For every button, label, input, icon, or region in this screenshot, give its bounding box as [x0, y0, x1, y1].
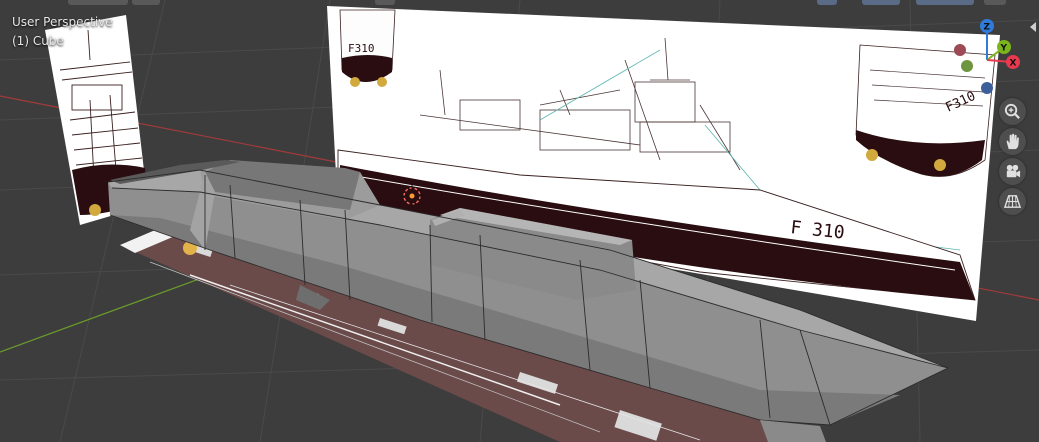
stern-hull-number: F310	[348, 42, 375, 55]
active-object-label: (1) Cube	[12, 34, 64, 48]
camera-view-button[interactable]	[999, 158, 1026, 185]
3d-viewport[interactable]: F310 F 310 F310 Z Y X User Perspective (…	[0, 0, 1039, 442]
gizmo-neg-x[interactable]	[954, 44, 966, 56]
viewport-scene[interactable]: F310 F 310 F310 Z Y X	[0, 0, 1039, 442]
view-perspective-label: User Perspective	[12, 15, 113, 29]
gizmo-neg-z[interactable]	[981, 82, 993, 94]
hand-pan-icon	[1006, 133, 1019, 150]
svg-text:Z: Z	[984, 23, 991, 33]
svg-text:X: X	[1010, 59, 1017, 69]
grid-ortho-icon	[1003, 195, 1022, 208]
pan-button[interactable]	[999, 128, 1026, 155]
svg-text:Y: Y	[1000, 44, 1008, 54]
gizmo-neg-y[interactable]	[961, 60, 973, 72]
zoom-icon	[1004, 103, 1020, 119]
zoom-button[interactable]	[999, 98, 1026, 125]
camera-icon	[1006, 164, 1021, 178]
ortho-toggle-button[interactable]	[999, 188, 1026, 215]
sidebar-toggle-icon[interactable]	[1030, 22, 1036, 32]
